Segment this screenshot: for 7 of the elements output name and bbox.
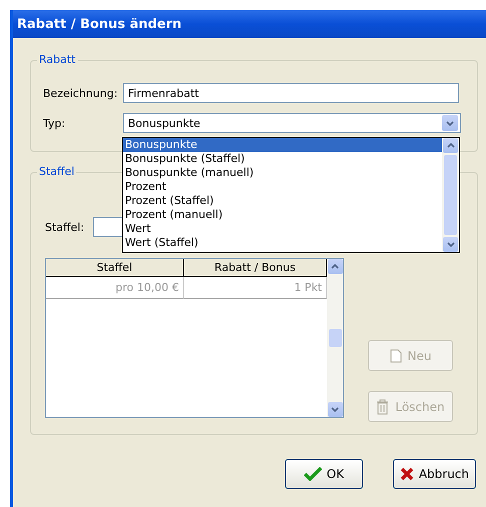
field-label: Typ: xyxy=(43,116,66,130)
group-title: Staffel xyxy=(37,165,76,178)
table-cell: pro 10,00 € xyxy=(46,277,184,299)
field-label: Bezeichnung: xyxy=(43,86,119,100)
field-label: Staffel: xyxy=(45,220,86,234)
window-title: Rabatt / Bonus ändern xyxy=(13,10,486,38)
group-title: Rabatt xyxy=(37,53,78,66)
